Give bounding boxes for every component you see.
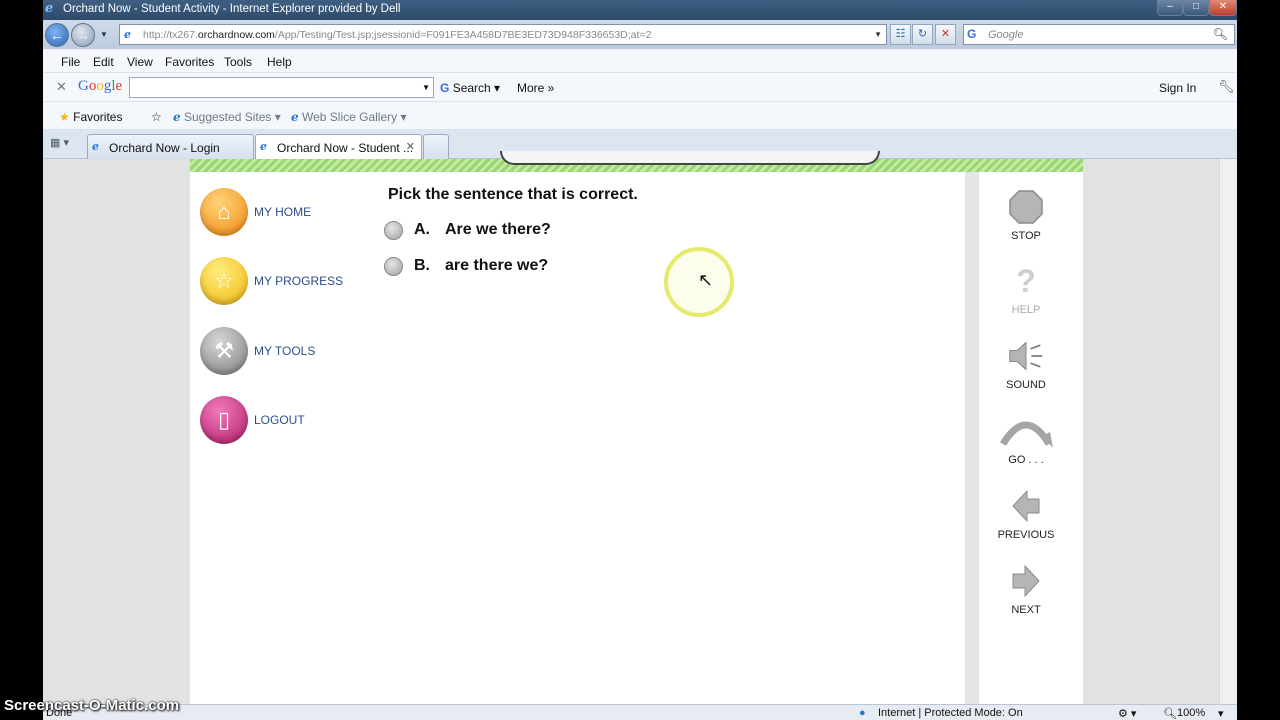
next-button[interactable]: NEXT [980,564,1072,624]
refresh-button[interactable]: ↻ [912,24,933,45]
banner-decoration [500,151,880,165]
menu-tools[interactable]: Tools [224,55,252,69]
status-bar: Done ● Internet | Protected Mode: On ⚙︎ … [43,704,1237,720]
close-toolbar-icon[interactable]: ✕ [56,79,67,95]
protected-mode-icon[interactable]: ⚙︎ ▾ [1118,707,1136,720]
screencast-watermark: Screencast-O-Matic.com [4,697,180,714]
add-favorite-icon[interactable]: ☆ [151,110,162,124]
stop-load-button[interactable]: ✕ [935,24,956,45]
google-icon: G [967,27,977,41]
menu-file[interactable]: File [61,55,80,69]
house-icon: ⌂ [200,188,248,236]
mouse-cursor-icon: ↖︎ [698,270,714,290]
ie-icon: e [291,110,299,124]
google-sign-in[interactable]: Sign In [1159,81,1196,95]
compatibility-view-button[interactable]: ☷ [890,24,911,45]
help-icon: ? [1016,262,1036,299]
menu-edit[interactable]: Edit [93,55,114,69]
new-tab-button[interactable] [423,134,449,159]
header-banner [190,151,1083,172]
ie-icon: e [173,110,181,124]
nav-my-home[interactable]: ⌂ MY HOME [200,188,370,238]
tab-student-activity[interactable]: e Orchard Now - Student ... ✕ [255,134,422,159]
arc-arrow-icon [998,414,1054,448]
previous-button[interactable]: PREVIOUS [980,489,1072,549]
wrench-icon[interactable]: 🔧︎ [1218,79,1235,95]
ie-logo-icon: e [45,1,54,16]
address-row: ← → ▼ e http://tx267.orchardnow.com/App/… [43,20,1237,49]
arrow-right-icon: → [76,27,90,43]
tools-divider [965,172,979,704]
address-dropdown-icon[interactable]: ▼ [874,30,882,39]
nav-logout[interactable]: ▯ LOGOUT [200,396,370,446]
browser-window: e Orchard Now - Student Activity - Inter… [43,0,1237,720]
menu-view[interactable]: View [127,55,153,69]
menu-favorites[interactable]: Favorites [165,55,214,69]
star-icon: ★ [59,110,70,124]
arrow-left-icon [1008,489,1044,523]
google-search-input[interactable]: ▼ [129,77,434,98]
vertical-scrollbar[interactable] [1219,159,1237,704]
nav-my-tools[interactable]: ⚒ MY TOOLS [200,327,370,377]
google-more-button[interactable]: More » [517,81,554,95]
google-search-button[interactable]: G Search ▾ [440,81,500,95]
option-a[interactable]: A. Are we there? [384,219,684,241]
stop-button[interactable]: STOP [980,190,1072,250]
help-button[interactable]: ? HELP [980,262,1072,324]
web-slice-gallery-link[interactable]: e Web Slice Gallery ▾ [291,110,407,124]
tab-login[interactable]: e Orchard Now - Login [87,134,254,159]
globe-icon: ● [859,707,866,719]
zoom-icon: 🔍︎ [1163,708,1177,720]
option-b-radio[interactable] [384,257,403,276]
sound-button[interactable]: SOUND [980,339,1072,399]
option-a-radio[interactable] [384,221,403,240]
star-icon: ☆ [200,257,248,305]
ie-icon: e [92,140,99,153]
arrow-left-icon: ← [50,27,64,43]
back-button[interactable]: ← [45,23,69,47]
option-b[interactable]: B. are there we? [384,255,684,277]
question-prompt: Pick the sentence that is correct. [388,186,638,203]
url-text[interactable]: http://tx267.orchardnow.com/App/Testing/… [143,29,651,41]
title-bar: e Orchard Now - Student Activity - Inter… [43,0,1237,20]
favorites-button[interactable]: ★ Favorites [59,110,122,124]
page-icon: e [124,28,131,41]
google-logo: Google [78,78,123,94]
search-placeholder: Google [988,29,1024,41]
nav-my-progress[interactable]: ☆ MY PROGRESS [200,257,370,307]
close-button[interactable]: ✕ [1209,0,1237,16]
window-title: Orchard Now - Student Activity - Interne… [63,3,401,15]
close-tab-icon[interactable]: ✕ [406,140,415,153]
menu-bar: File Edit View Favorites Tools Help [43,49,1237,73]
arrow-right-icon [1008,564,1044,598]
favorites-bar: ★ Favorites ☆ e Suggested Sites ▾ e Web … [43,102,1237,130]
forward-button[interactable]: → [71,23,95,47]
zoom-dropdown-icon[interactable]: ▾ [1218,707,1224,720]
stop-icon [1008,190,1044,224]
page-content: ⌂ MY HOME ☆ MY PROGRESS ⚒ MY TOOLS ▯ LOG… [43,151,1237,704]
go-button[interactable]: GO . . . [980,414,1072,474]
address-bar[interactable]: e http://tx267.orchardnow.com/App/Testin… [119,24,887,45]
security-zone[interactable]: Internet | Protected Mode: On [878,707,1023,719]
quick-tabs-icon[interactable]: ▦ ▾ [50,136,86,154]
zoom-level[interactable]: 100% [1177,707,1205,719]
activity-page: ⌂ MY HOME ☆ MY PROGRESS ⚒ MY TOOLS ▯ LOG… [190,172,1083,704]
google-toolbar: ✕ Google ▼ G Search ▾ More » Sign In 🔧︎ [43,73,1237,102]
suggested-sites-link[interactable]: e Suggested Sites ▾ [173,110,281,124]
ie-icon: e [260,140,267,153]
search-icon[interactable]: 🔍︎ [1213,27,1228,41]
minimize-button[interactable]: – [1157,0,1183,16]
speaker-icon [1008,339,1044,373]
chevron-down-icon[interactable]: ▼ [422,83,430,92]
wrench-icon: ⚒ [200,327,248,375]
door-icon: ▯ [200,396,248,444]
recent-pages-dropdown[interactable]: ▼ [100,30,108,39]
browser-search-box[interactable]: G Google 🔍︎ [963,24,1235,45]
maximize-button[interactable]: □ [1183,0,1209,16]
menu-help[interactable]: Help [267,55,292,69]
screen: e Orchard Now - Student Activity - Inter… [0,0,1280,720]
